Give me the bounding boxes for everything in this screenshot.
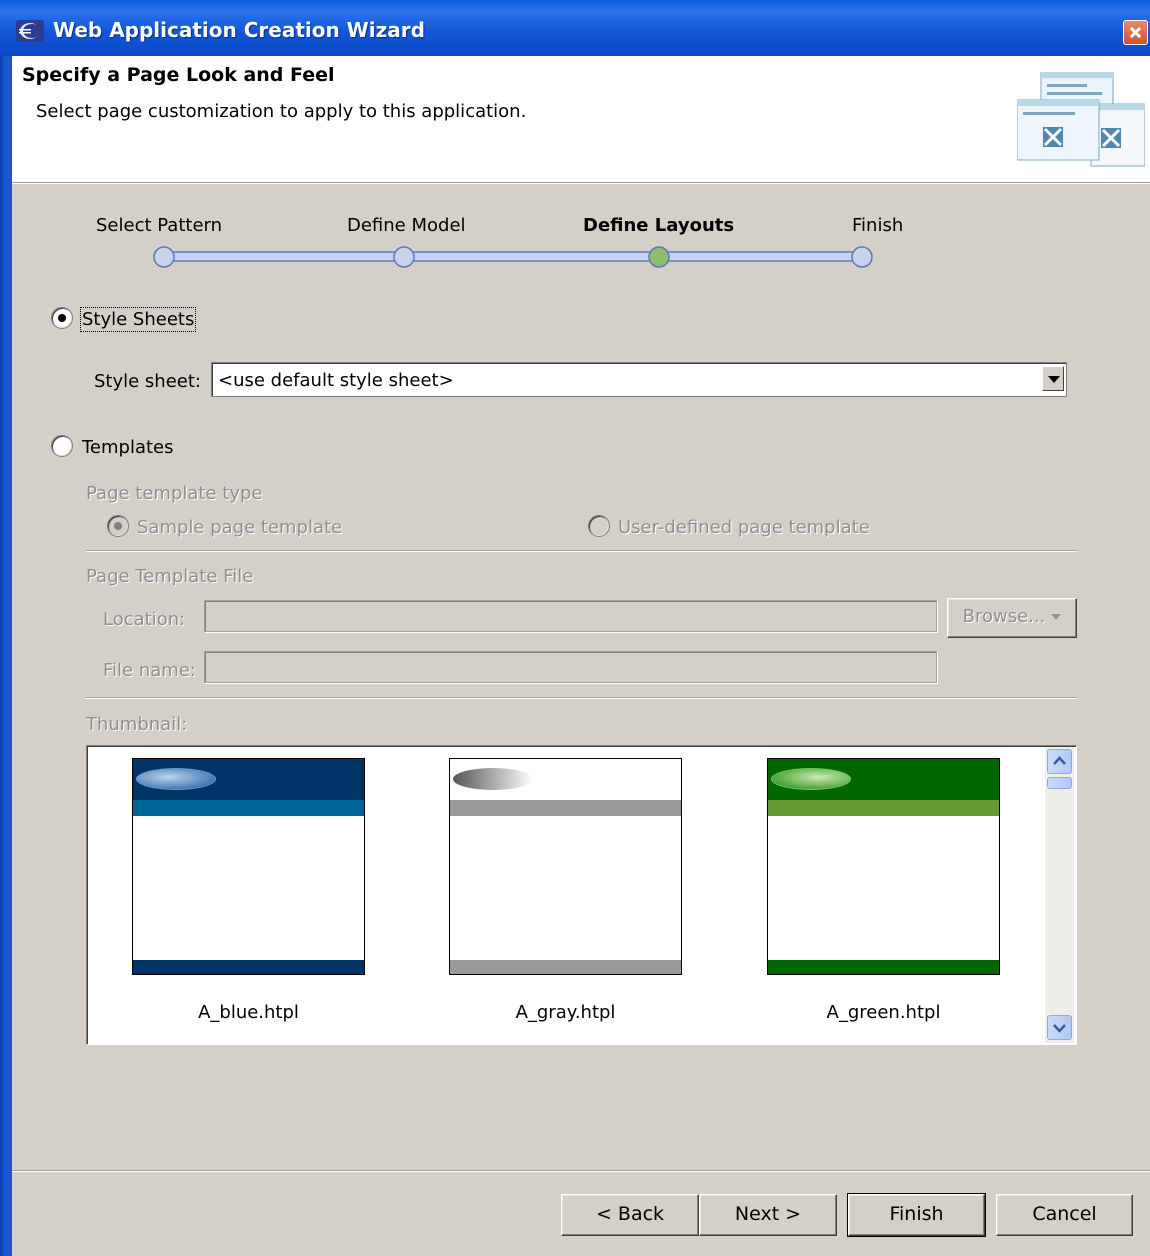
file-separator (86, 697, 1077, 699)
sample-template-label[interactable]: Sample page template (137, 517, 342, 538)
user-defined-template-radio[interactable] (588, 515, 610, 537)
file-name-input[interactable] (204, 651, 937, 683)
thumb-footer (768, 960, 999, 974)
title-bar[interactable]: Web Application Creation Wizard (0, 0, 1150, 56)
logo-oval-icon (771, 768, 851, 790)
chevron-down-icon (1053, 1024, 1066, 1033)
footer-separator (12, 1170, 1150, 1172)
page-template-file-label: Page Template File (86, 566, 254, 587)
step-progress-track (153, 246, 873, 268)
eclipse-app-icon (16, 20, 44, 42)
chevron-down-icon[interactable] (1042, 366, 1064, 391)
thumb-band (133, 800, 364, 816)
wizard-header: Specify a Page Look and Feel Select page… (12, 56, 1150, 183)
thumb-footer (450, 960, 681, 974)
finish-button[interactable]: Finish (847, 1193, 986, 1237)
thumbnail-gallery[interactable]: A_blue.htpl A_gray.htpl A_green.htpl (86, 745, 1077, 1045)
templates-radio[interactable] (51, 435, 73, 457)
thumbnail-name: A_gray.htpl (515, 1002, 616, 1023)
template-type-separator (86, 550, 1077, 552)
sample-template-radio[interactable] (107, 515, 129, 537)
step-node-4 (851, 246, 873, 268)
step-select-pattern: Select Pattern (96, 215, 223, 236)
browse-button[interactable]: Browse... (947, 598, 1077, 638)
thumbnail-a-blue[interactable] (132, 758, 365, 975)
window-title: Web Application Creation Wizard (53, 18, 425, 42)
step-node-current (648, 246, 670, 268)
page-description: Select page customization to apply to th… (36, 101, 527, 122)
step-define-model: Define Model (347, 215, 466, 236)
dropdown-arrow-icon (1051, 614, 1062, 620)
user-defined-template-label[interactable]: User-defined page template (618, 517, 870, 538)
back-button[interactable]: < Back (561, 1194, 699, 1236)
style-sheets-radio[interactable] (51, 307, 73, 329)
close-button[interactable] (1123, 20, 1148, 45)
style-sheet-value: <use default style sheet> (218, 370, 454, 391)
wizard-window: Web Application Creation Wizard Specify … (0, 0, 1150, 1256)
style-sheets-label[interactable]: Style Sheets (79, 307, 197, 332)
thumb-band (768, 800, 999, 816)
templates-label[interactable]: Templates (82, 437, 174, 458)
next-button[interactable]: Next > (699, 1194, 837, 1236)
location-label: Location: (103, 609, 186, 630)
chevron-up-icon (1053, 756, 1066, 765)
scroll-up-button[interactable] (1047, 749, 1072, 774)
step-node-2 (393, 246, 415, 268)
cancel-button[interactable]: Cancel (996, 1194, 1133, 1236)
logo-oval-icon (136, 768, 216, 790)
thumbnail-label: Thumbnail: (86, 714, 188, 735)
thumbnail-scrollbar[interactable] (1045, 747, 1074, 1043)
thumbnail-a-gray[interactable] (449, 758, 682, 975)
step-define-layouts: Define Layouts (583, 215, 735, 236)
window-frame-left (0, 0, 12, 1256)
file-name-label: File name: (103, 660, 196, 681)
thumbnail-name: A_blue.htpl (198, 1002, 299, 1023)
logo-oval-icon (453, 768, 533, 790)
scroll-down-button[interactable] (1047, 1015, 1072, 1040)
scroll-thumb[interactable] (1047, 777, 1072, 789)
step-node-1 (153, 246, 175, 268)
location-input[interactable] (204, 600, 937, 632)
page-title: Specify a Page Look and Feel (22, 64, 335, 86)
thumb-band (450, 800, 681, 816)
style-sheet-field-label: Style sheet: (94, 371, 201, 392)
thumb-footer (133, 960, 364, 974)
web-pages-illustration-icon (1017, 72, 1145, 167)
thumbnail-name: A_green.htpl (826, 1002, 941, 1023)
thumbnail-a-green[interactable] (767, 758, 1000, 975)
browse-label: Browse... (962, 606, 1046, 627)
page-template-type-label: Page template type (86, 483, 263, 504)
style-sheet-combo[interactable]: <use default style sheet> (211, 362, 1067, 397)
step-finish: Finish (852, 215, 904, 236)
